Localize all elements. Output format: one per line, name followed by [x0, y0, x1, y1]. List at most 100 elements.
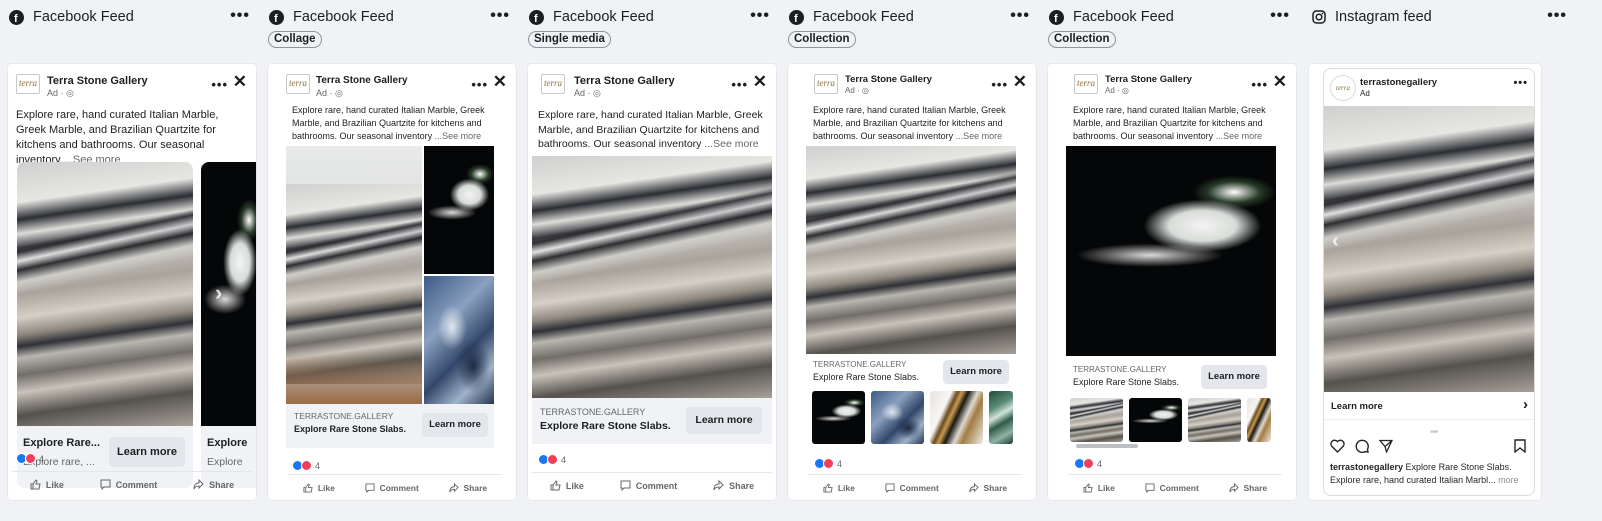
post-actions: [1330, 439, 1393, 453]
collection-thumbnail[interactable]: [871, 391, 924, 444]
link-domain: TERRASTONE.GALLERY: [813, 360, 907, 369]
learn-more-button[interactable]: Learn more: [109, 437, 185, 467]
see-more-link[interactable]: ...See more: [1216, 131, 1263, 141]
bookmark-icon[interactable]: [1514, 439, 1526, 453]
like-button[interactable]: Like: [550, 480, 584, 491]
more-options-icon[interactable]: •••: [750, 8, 770, 24]
thumbnail-scrollbar[interactable]: [1076, 444, 1138, 448]
platform-title: Instagram feed: [1335, 9, 1432, 25]
collage-image-main[interactable]: [286, 146, 422, 404]
close-icon[interactable]: ✕: [753, 72, 767, 92]
brand-name[interactable]: Terra Stone Gallery: [47, 75, 148, 87]
share-button[interactable]: Share: [968, 482, 1007, 493]
more-link[interactable]: more: [1498, 475, 1519, 485]
avatar[interactable]: terra: [1330, 75, 1356, 101]
more-icon[interactable]: •••: [1251, 77, 1268, 92]
chevron-right-icon[interactable]: ›: [215, 280, 222, 306]
more-icon[interactable]: •••: [1513, 77, 1528, 89]
preview-column-5: f Facebook Feed ••• Collection terra Ter…: [1048, 0, 1296, 521]
brand-name[interactable]: Terra Stone Gallery: [316, 75, 408, 86]
single-media-image[interactable]: [532, 156, 772, 398]
collection-thumbnail[interactable]: [1070, 398, 1123, 442]
see-more-link[interactable]: ...See more: [956, 131, 1003, 141]
instagram-post-image[interactable]: ‹: [1324, 106, 1534, 392]
learn-more-link[interactable]: Learn more: [1331, 401, 1383, 412]
cta-bar[interactable]: Learn more ›: [1324, 392, 1534, 420]
column-header: f Facebook Feed •••: [8, 0, 256, 34]
more-icon[interactable]: •••: [471, 77, 488, 92]
comment-icon: [885, 482, 895, 493]
reaction-count: 4: [561, 454, 567, 465]
collage-image-2[interactable]: [424, 146, 494, 274]
more-options-icon[interactable]: •••: [1270, 8, 1290, 24]
like-button[interactable]: Like: [823, 483, 855, 493]
svg-text:f: f: [274, 13, 278, 25]
love-reaction-icon: [301, 460, 312, 471]
close-icon[interactable]: ✕: [1273, 72, 1287, 92]
facebook-icon: f: [1049, 9, 1064, 25]
comment-icon: [620, 480, 631, 491]
more-options-icon[interactable]: •••: [490, 8, 510, 24]
more-icon[interactable]: •••: [731, 77, 748, 92]
caption-handle[interactable]: terrastonegallery: [1330, 462, 1403, 472]
reaction-count: 4: [837, 458, 843, 469]
like-button[interactable]: Like: [303, 483, 335, 493]
caption-bar: TERRASTONE.GALLERY Explore Rare Stone Sl…: [286, 404, 494, 448]
share-button[interactable]: Share: [448, 482, 487, 493]
learn-more-button[interactable]: Learn more: [943, 360, 1009, 384]
carousel-image-1[interactable]: [17, 162, 193, 426]
thumbs-up-icon: [823, 482, 833, 493]
close-icon[interactable]: ✕: [493, 72, 507, 92]
collection-thumbnail[interactable]: [930, 391, 983, 444]
learn-more-button[interactable]: Learn more: [686, 407, 762, 434]
love-reaction-icon: [25, 453, 36, 464]
collection-cover-image[interactable]: [1066, 146, 1276, 356]
collection-cover-image[interactable]: [806, 146, 1016, 354]
instagram-handle[interactable]: terrastonegallery: [1360, 77, 1437, 88]
more-options-icon[interactable]: •••: [230, 8, 250, 24]
ad-preview-card: terra Terra Stone Gallery Ad · ◎ ••• ✕ E…: [1048, 64, 1296, 500]
close-icon[interactable]: ✕: [1013, 72, 1027, 92]
comment-button[interactable]: Comment: [1145, 483, 1199, 493]
more-options-icon[interactable]: •••: [1010, 8, 1030, 24]
more-icon[interactable]: •••: [211, 77, 228, 92]
see-more-link[interactable]: ...See more: [435, 131, 482, 141]
love-reaction-icon: [823, 458, 834, 469]
comment-button[interactable]: Comment: [100, 479, 157, 490]
brand-name[interactable]: Terra Stone Gallery: [845, 74, 932, 85]
share-button[interactable]: Share: [713, 480, 754, 491]
facebook-icon: f: [789, 9, 804, 25]
comment-icon[interactable]: [1355, 439, 1369, 453]
ad-label: Ad · ◎: [47, 88, 74, 98]
ad-label: Ad: [1360, 89, 1370, 98]
format-badge: Collection: [1048, 31, 1116, 48]
see-more-link[interactable]: ...See more: [704, 138, 758, 150]
collection-thumbnail[interactable]: [1129, 398, 1182, 442]
comment-button[interactable]: Comment: [620, 480, 677, 491]
collection-thumbnail[interactable]: [1188, 398, 1241, 442]
like-button[interactable]: Like: [30, 479, 64, 490]
send-icon[interactable]: [1379, 439, 1393, 453]
more-options-icon[interactable]: •••: [1547, 8, 1567, 24]
brand-name[interactable]: Terra Stone Gallery: [574, 75, 675, 87]
brand-name[interactable]: Terra Stone Gallery: [1105, 74, 1192, 85]
share-button[interactable]: Share: [1228, 482, 1267, 493]
reactions: 4: [16, 453, 44, 464]
comment-button[interactable]: Comment: [885, 483, 939, 493]
chevron-right-icon[interactable]: ›: [1523, 396, 1528, 413]
share-button[interactable]: Share: [193, 479, 234, 490]
chevron-left-icon[interactable]: ‹: [1332, 230, 1339, 253]
collage-image-3[interactable]: [424, 276, 494, 404]
close-icon[interactable]: ✕: [233, 72, 247, 92]
like-button[interactable]: Like: [1083, 483, 1115, 493]
carousel-image-2[interactable]: ›: [201, 162, 256, 426]
collection-thumbnail[interactable]: [1247, 398, 1271, 442]
more-icon[interactable]: •••: [991, 77, 1008, 92]
collection-thumbnail[interactable]: [812, 391, 865, 444]
comment-button[interactable]: Comment: [365, 483, 419, 493]
thumbs-up-icon: [30, 479, 41, 490]
heart-icon[interactable]: [1330, 439, 1345, 453]
learn-more-button[interactable]: Learn more: [1201, 365, 1267, 389]
collection-thumbnail[interactable]: [989, 391, 1013, 444]
learn-more-button[interactable]: Learn more: [422, 413, 488, 437]
